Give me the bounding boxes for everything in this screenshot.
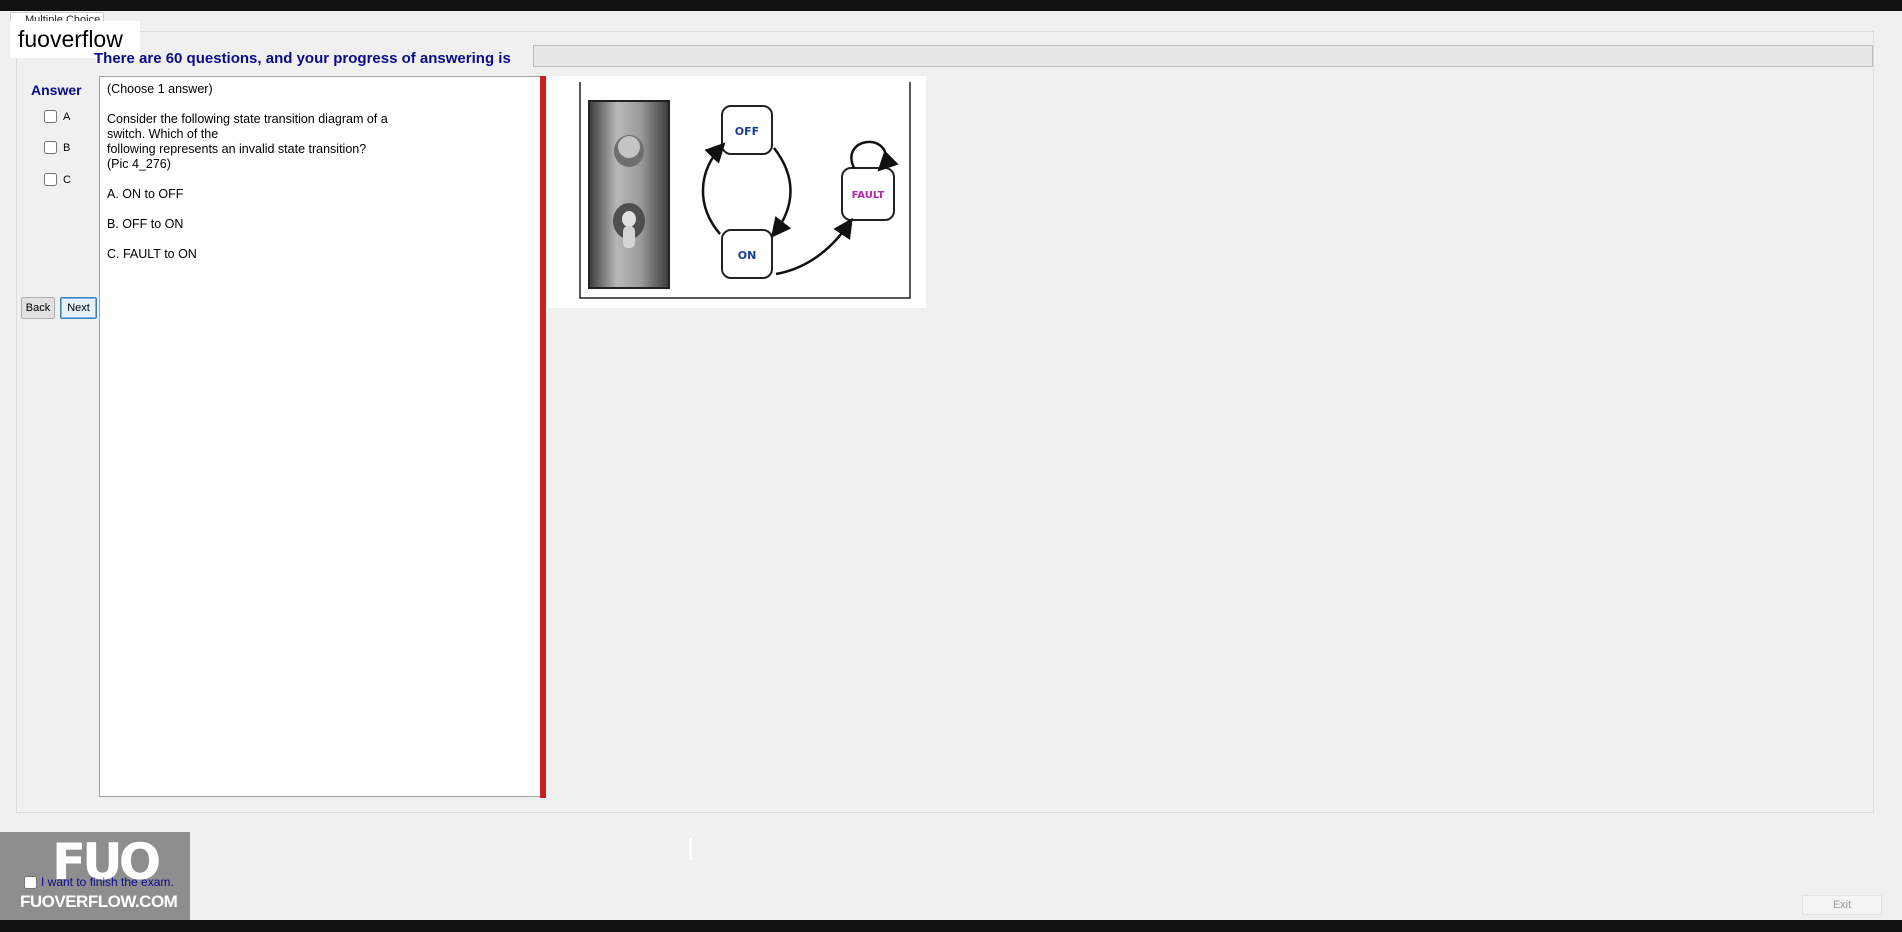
state-fault: FAULT [841, 167, 895, 221]
option-c[interactable]: C [44, 173, 71, 186]
finish-exam-checkbox[interactable] [24, 875, 37, 889]
panel-splitter[interactable] [540, 76, 546, 798]
exit-button[interactable]: Exit [1802, 895, 1882, 915]
finish-exam-option[interactable]: I want to finish the exam. [24, 875, 174, 889]
state-on-label: ON [738, 249, 757, 262]
option-a-label: A [63, 110, 71, 123]
option-b[interactable]: B [44, 141, 70, 154]
answer-choice-b: B. OFF to ON [107, 217, 184, 231]
state-fault-label: FAULT [852, 190, 885, 201]
option-b-label: B [63, 141, 71, 154]
option-a-checkbox[interactable] [44, 110, 57, 123]
question-instruction: (Choose 1 answer) [107, 82, 213, 96]
back-button[interactable]: Back [21, 297, 55, 319]
option-c-checkbox[interactable] [44, 173, 57, 186]
top-edge [0, 0, 1902, 11]
logo-text: FUOVERFLOW.COM [20, 892, 178, 911]
answer-choice-a: A. ON to OFF [107, 187, 184, 201]
option-c-label: C [63, 173, 71, 186]
next-button[interactable]: Next [60, 297, 97, 319]
finish-exam-label: I want to finish the exam. [41, 875, 174, 889]
state-off: OFF [721, 105, 773, 155]
state-on: ON [721, 229, 773, 279]
switch-picture [588, 100, 670, 289]
bottom-edge [0, 920, 1902, 932]
question-line: switch. Which of the [107, 127, 219, 141]
transition-off-on [770, 147, 792, 238]
question-line: (Pic 4_276) [107, 157, 171, 171]
progress-label: There are 60 questions, and your progres… [94, 50, 511, 67]
option-b-checkbox[interactable] [44, 141, 57, 154]
answer-heading: Answer [31, 82, 82, 98]
mouse-cursor [689, 838, 692, 860]
question-line: following represents an invalid state tr… [107, 142, 367, 156]
state-off-label: OFF [735, 125, 759, 138]
state-diagram: OFF ON FAULT [579, 82, 911, 299]
question-image: OFF ON FAULT [548, 76, 926, 308]
transition-on-fault [775, 217, 853, 276]
answer-choice-c: C. FAULT to ON [107, 247, 197, 261]
option-a[interactable]: A [44, 110, 70, 123]
transition-fault-fault [850, 140, 899, 172]
question-panel[interactable]: (Choose 1 answer) Consider the following… [99, 76, 542, 797]
question-line: Consider the following state transition … [107, 112, 388, 126]
progress-bar [533, 45, 1873, 67]
transition-on-off [701, 142, 726, 235]
